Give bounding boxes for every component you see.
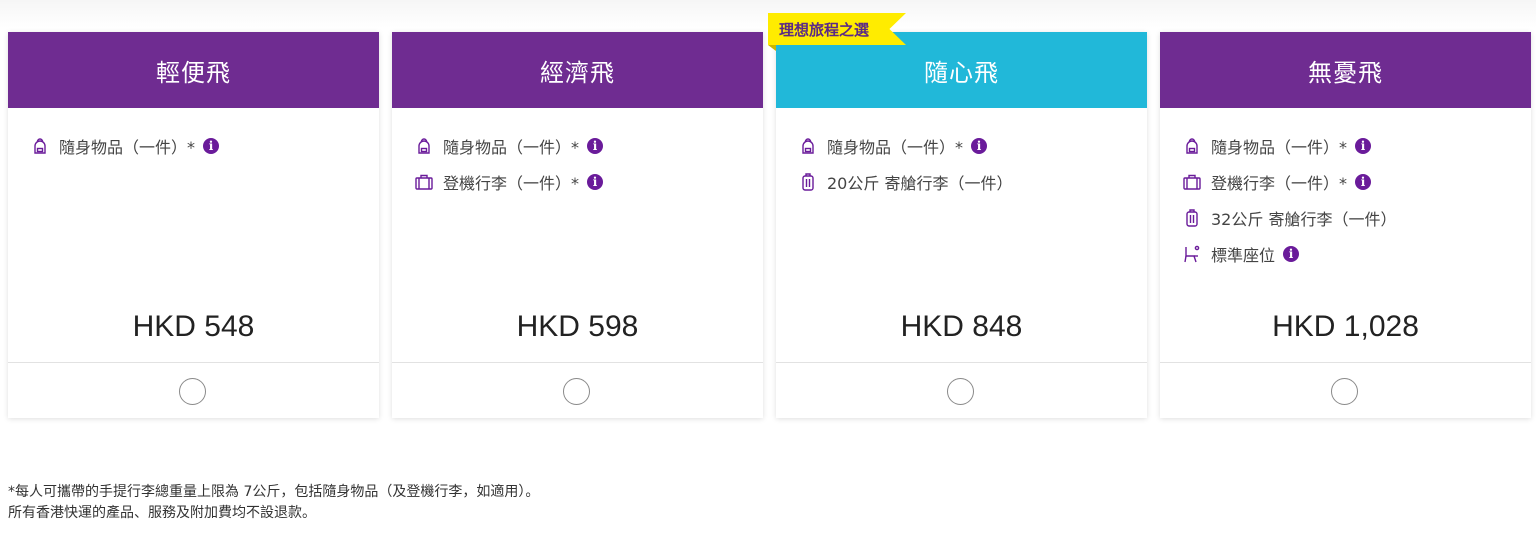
backpack-icon xyxy=(30,136,50,156)
feature-text: 登機行李（一件）* xyxy=(1211,174,1348,193)
feature-text: 登機行李（一件）* xyxy=(443,174,580,193)
feature-text: 隨身物品（一件）* xyxy=(59,138,196,157)
feature-text: 隨身物品（一件）* xyxy=(443,138,580,157)
feature-item: 隨身物品（一件）* i xyxy=(30,128,220,164)
backpack-icon xyxy=(1182,136,1202,156)
feature-item: 32公斤 寄艙行李（一件） xyxy=(1182,200,1396,236)
feature-text: 隨身物品（一件）* xyxy=(1211,138,1348,157)
feature-list: 隨身物品（一件）* i 20公斤 寄艙行李（一件） xyxy=(798,128,1012,200)
fare-card-1[interactable]: 經濟飛 隨身物品（一件）* i 登機行李（一件）* i HKD 598 xyxy=(392,32,763,418)
fare-card-0[interactable]: 輕便飛 隨身物品（一件）* i HKD 548 xyxy=(8,32,379,418)
feature-item: 隨身物品（一件）* i xyxy=(798,128,1012,164)
feature-item: 隨身物品（一件）* i xyxy=(414,128,604,164)
fare-card-2[interactable]: 隨心飛 隨身物品（一件）* i 20公斤 寄艙行李（一件） HKD 848 xyxy=(776,32,1147,418)
fare-card-3[interactable]: 無憂飛 隨身物品（一件）* i 登機行李（一件）* i 32公斤 寄艙行李（一件） 標準座… xyxy=(1160,32,1531,418)
footnotes: *每人可攜帶的手提行李總重量上限為 7公斤，包括隨身物品（及登機行李，如適用）。… xyxy=(8,482,539,524)
fare-select-radio[interactable] xyxy=(179,378,206,405)
carry-on-bag-icon xyxy=(1182,172,1202,192)
feature-list: 隨身物品（一件）* i xyxy=(30,128,220,164)
backpack-icon xyxy=(798,136,818,156)
fare-price: HKD 598 xyxy=(516,310,639,343)
fare-price: HKD 848 xyxy=(900,310,1023,343)
backpack-icon xyxy=(414,136,434,156)
baggage-footnote: *每人可攜帶的手提行李總重量上限為 7公斤，包括隨身物品（及登機行李，如適用）。 xyxy=(8,484,540,500)
info-icon[interactable]: i xyxy=(587,174,604,190)
recommended-ribbon-label: 理想旅程之選 xyxy=(779,20,870,39)
feature-text: 標準座位 xyxy=(1211,246,1276,265)
feature-item: 登機行李（一件）* i xyxy=(1182,164,1396,200)
info-icon[interactable]: i xyxy=(203,138,220,154)
feature-text: 隨身物品（一件）* xyxy=(827,138,964,157)
card-divider xyxy=(392,362,763,363)
fare-card-title: 經濟飛 xyxy=(392,32,763,108)
feature-list: 隨身物品（一件）* i 登機行李（一件）* i xyxy=(414,128,604,200)
fare-card-title: 輕便飛 xyxy=(8,32,379,108)
card-divider xyxy=(776,362,1147,363)
fare-select-radio[interactable] xyxy=(563,378,590,405)
fare-select-radio[interactable] xyxy=(1331,378,1358,405)
feature-text: 32公斤 寄艙行李（一件） xyxy=(1211,210,1397,229)
feature-text: 20公斤 寄艙行李（一件） xyxy=(827,174,1013,193)
fare-cards: 輕便飛 隨身物品（一件）* i HKD 548 經濟飛 隨身物品（一件）* i 登機行… xyxy=(8,32,1531,420)
fare-price: HKD 548 xyxy=(132,310,255,343)
card-divider xyxy=(8,362,379,363)
refund-footnote: 所有香港快運的產品、服務及附加費均不設退款。 xyxy=(8,505,316,521)
info-icon[interactable]: i xyxy=(1355,138,1372,154)
fare-select-radio[interactable] xyxy=(947,378,974,405)
feature-item: 20公斤 寄艙行李（一件） xyxy=(798,164,1012,200)
info-icon[interactable]: i xyxy=(1283,246,1300,262)
info-icon[interactable]: i xyxy=(971,138,988,154)
carry-on-bag-icon xyxy=(414,172,434,192)
checked-suitcase-icon xyxy=(798,172,818,192)
feature-list: 隨身物品（一件）* i 登機行李（一件）* i 32公斤 寄艙行李（一件） 標準座位 i xyxy=(1182,128,1396,272)
feature-item: 標準座位 i xyxy=(1182,236,1396,272)
info-icon[interactable]: i xyxy=(1355,174,1372,190)
fare-price: HKD 1,028 xyxy=(1272,310,1419,343)
feature-item: 隨身物品（一件）* i xyxy=(1182,128,1396,164)
checked-suitcase-icon xyxy=(1182,208,1202,228)
seat-icon xyxy=(1182,244,1202,264)
feature-item: 登機行李（一件）* i xyxy=(414,164,604,200)
recommended-ribbon: 理想旅程之選 xyxy=(768,13,906,45)
fare-card-title: 無憂飛 xyxy=(1160,32,1531,108)
card-divider xyxy=(1160,362,1531,363)
info-icon[interactable]: i xyxy=(587,138,604,154)
